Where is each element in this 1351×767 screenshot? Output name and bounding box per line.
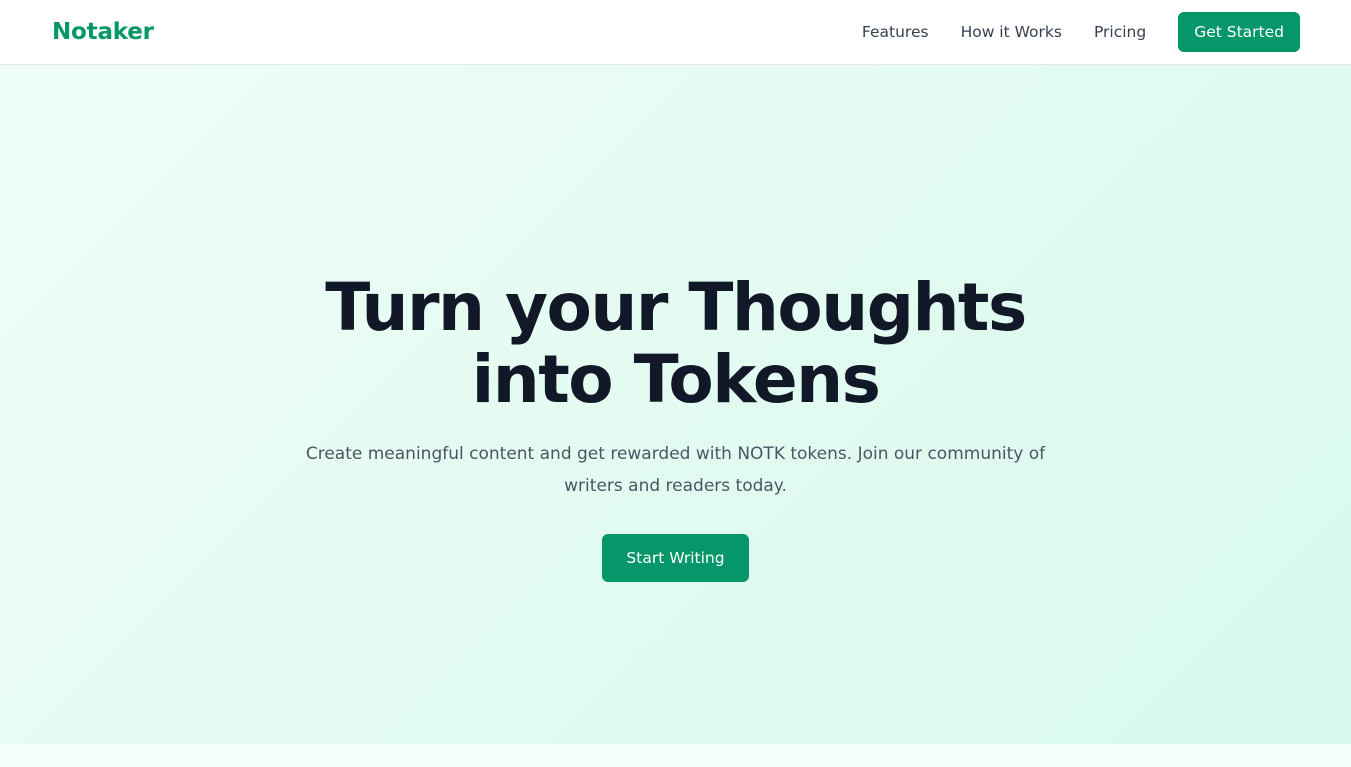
hero-subtitle: Create meaningful content and get reward… [305, 444, 1046, 496]
get-started-button[interactable]: Get Started [1178, 12, 1300, 52]
nav-link-how-it-works[interactable]: How it Works [961, 23, 1062, 41]
hero-section: Turn your Thoughts into Tokens Create me… [0, 65, 1351, 744]
nav-menu: Features How it Works Pricing Get Starte… [862, 12, 1300, 52]
nav-link-pricing[interactable]: Pricing [1094, 23, 1146, 41]
start-writing-button[interactable]: Start Writing [602, 534, 749, 582]
next-section-edge [0, 744, 1351, 767]
top-navbar: Notaker Features How it Works Pricing Ge… [0, 0, 1351, 65]
hero-title: Turn your Thoughts into Tokens [325, 269, 1027, 418]
nav-link-features[interactable]: Features [862, 23, 929, 41]
brand-logo[interactable]: Notaker [52, 19, 154, 45]
